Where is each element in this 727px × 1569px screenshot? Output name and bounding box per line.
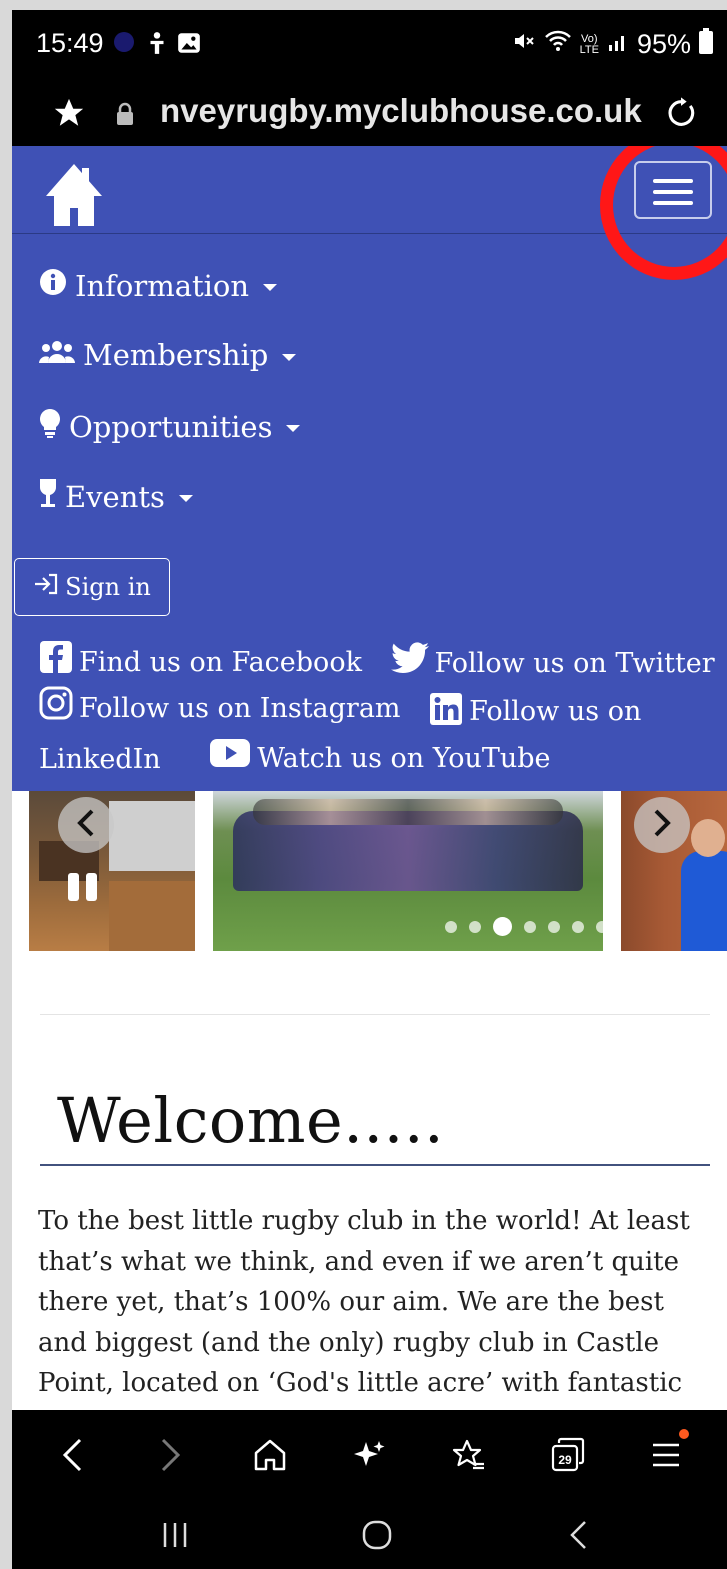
info-icon bbox=[39, 268, 67, 303]
lightbulb-icon bbox=[39, 408, 61, 445]
nav-item-events[interactable]: Events bbox=[39, 478, 193, 515]
chevron-right-icon bbox=[651, 808, 673, 842]
menu-toggle-button[interactable] bbox=[634, 161, 712, 219]
twitter-link[interactable]: Follow us on Twitter bbox=[390, 642, 715, 686]
carousel-prev-button[interactable] bbox=[58, 797, 114, 853]
youtube-icon bbox=[209, 738, 251, 780]
carousel-dot[interactable] bbox=[572, 920, 584, 933]
system-home-button[interactable] bbox=[347, 1512, 407, 1558]
carousel-dot[interactable] bbox=[548, 920, 560, 933]
pause-icon[interactable] bbox=[66, 871, 100, 907]
caret-down-icon bbox=[263, 284, 278, 291]
caret-down-icon bbox=[286, 425, 301, 432]
system-navigation-bar bbox=[12, 1500, 727, 1569]
nav-item-label: Events bbox=[65, 479, 165, 514]
status-time: 15:49 bbox=[36, 28, 104, 58]
instagram-icon bbox=[39, 686, 73, 732]
nav-item-label: Information bbox=[75, 268, 250, 303]
caret-down-icon bbox=[178, 495, 193, 502]
sign-in-button[interactable]: Sign in bbox=[14, 558, 170, 616]
battery-icon bbox=[699, 28, 713, 61]
home-icon[interactable] bbox=[44, 162, 104, 232]
svg-text:29: 29 bbox=[558, 1453, 572, 1467]
sparkle-button[interactable] bbox=[339, 1425, 399, 1485]
nav-item-membership[interactable]: Membership bbox=[39, 338, 297, 372]
bookmarks-button[interactable] bbox=[439, 1425, 499, 1485]
forward-button[interactable] bbox=[141, 1425, 201, 1485]
reload-icon[interactable] bbox=[664, 96, 698, 134]
carousel-dot[interactable] bbox=[469, 920, 481, 933]
browser-url-bar: nveyrugby.myclubhouse.co.uk bbox=[12, 80, 727, 146]
signal-icon bbox=[607, 29, 629, 60]
phone-screen: 15:49 Vo) LTE 95% nveyrugby.myclubhouse.… bbox=[12, 10, 727, 1569]
forward-arrow-icon bbox=[161, 1438, 181, 1472]
carousel-dot[interactable] bbox=[445, 920, 457, 933]
sign-in-icon bbox=[33, 573, 59, 601]
status-bar: 15:49 Vo) LTE 95% bbox=[12, 10, 727, 80]
nav-item-label: Membership bbox=[83, 338, 269, 372]
caret-down-icon bbox=[282, 353, 297, 361]
carousel-slide-team-photo bbox=[213, 791, 603, 951]
system-back-button[interactable] bbox=[549, 1512, 609, 1558]
youtube-link[interactable]: Watch us on YouTube bbox=[209, 738, 551, 780]
photo-carousel bbox=[12, 791, 727, 961]
wine-glass-icon bbox=[39, 478, 57, 515]
url-text[interactable]: nveyrugby.myclubhouse.co.uk bbox=[160, 92, 642, 130]
section-divider bbox=[40, 1014, 710, 1015]
facebook-link-label: Find us on Facebook bbox=[79, 647, 362, 678]
twitter-icon bbox=[390, 642, 429, 686]
home-button[interactable] bbox=[240, 1425, 300, 1485]
youtube-link-label: Watch us on YouTube bbox=[257, 743, 551, 774]
bookmarks-star-icon bbox=[452, 1439, 484, 1470]
tabs-button[interactable]: 29 bbox=[538, 1425, 598, 1485]
carousel-dot[interactable] bbox=[493, 917, 512, 936]
navbar-header bbox=[12, 146, 727, 280]
chevron-left-icon bbox=[75, 808, 97, 842]
nav-item-opportunities[interactable]: Opportunities bbox=[39, 408, 301, 445]
browser-home-icon bbox=[254, 1439, 286, 1471]
carousel-dot[interactable] bbox=[596, 920, 603, 933]
nav-item-label: Opportunities bbox=[69, 409, 273, 444]
recent-apps-icon bbox=[163, 1523, 187, 1547]
facebook-icon bbox=[39, 640, 73, 686]
sparkle-icon bbox=[354, 1441, 385, 1466]
bookmark-star-icon[interactable] bbox=[52, 96, 86, 134]
website-viewport: Information Membership Opportunities Eve… bbox=[12, 146, 727, 1410]
facebook-link[interactable]: Find us on Facebook bbox=[39, 640, 362, 686]
carousel-next-button[interactable] bbox=[634, 797, 690, 853]
notification-dot bbox=[679, 1429, 690, 1439]
hamburger-menu-icon bbox=[653, 1443, 680, 1467]
site-navbar: Information Membership Opportunities Eve… bbox=[12, 146, 727, 791]
back-button[interactable] bbox=[42, 1425, 102, 1485]
carousel-dot[interactable] bbox=[524, 920, 536, 933]
tabs-icon: 29 bbox=[551, 1437, 585, 1472]
volte-icon: Vo) LTE bbox=[579, 32, 599, 56]
gallery-icon bbox=[176, 30, 202, 60]
heading-underline bbox=[40, 1164, 710, 1166]
battery-percent: 95% bbox=[636, 29, 691, 59]
lock-icon bbox=[115, 102, 135, 130]
users-icon bbox=[39, 338, 75, 372]
recent-apps-button[interactable] bbox=[145, 1512, 205, 1558]
accessibility-icon bbox=[144, 30, 170, 60]
browser-menu-button[interactable] bbox=[637, 1425, 697, 1485]
sign-in-label: Sign in bbox=[65, 573, 151, 601]
linkedin-icon bbox=[429, 692, 463, 738]
browser-bottom-toolbar: 29 bbox=[12, 1410, 727, 1500]
back-arrow-icon bbox=[62, 1438, 81, 1472]
notification-icon bbox=[112, 30, 136, 58]
instagram-link-label: Follow us on Instagram bbox=[79, 693, 401, 724]
twitter-link-label: Follow us on Twitter bbox=[434, 648, 715, 679]
system-back-icon bbox=[570, 1521, 586, 1549]
instagram-link[interactable]: Follow us on Instagram bbox=[39, 686, 401, 732]
system-home-icon bbox=[362, 1520, 392, 1550]
social-links: Find us on Facebook Follow us on Twitter… bbox=[39, 640, 719, 780]
nav-item-information[interactable]: Information bbox=[39, 268, 278, 303]
wifi-icon bbox=[544, 29, 572, 60]
intro-paragraph: To the best little rugby club in the wor… bbox=[38, 1206, 690, 1410]
carousel-dots bbox=[445, 917, 603, 936]
welcome-heading: Welcome..... bbox=[57, 1084, 445, 1157]
status-indicators: Vo) LTE 95% bbox=[512, 28, 713, 61]
mute-icon bbox=[512, 29, 536, 60]
